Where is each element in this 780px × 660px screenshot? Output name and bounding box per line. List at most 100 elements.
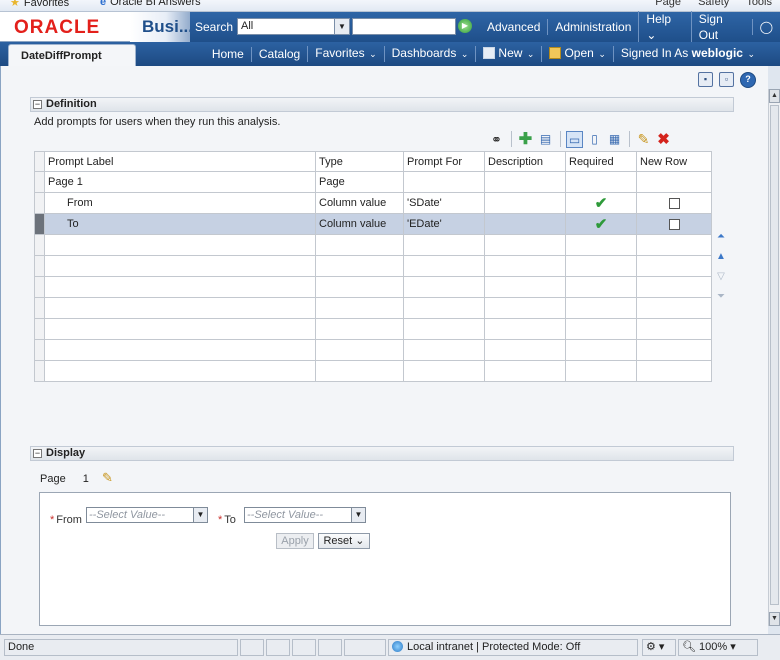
save-icon[interactable]: ▪ bbox=[698, 72, 713, 87]
new-menu[interactable]: New ⌄ bbox=[475, 46, 541, 62]
home-link[interactable]: Home bbox=[205, 47, 251, 62]
search-circle-icon[interactable]: ◯ bbox=[751, 19, 780, 35]
row-handle bbox=[34, 297, 45, 319]
definition-panel-header[interactable]: − Definition bbox=[30, 97, 734, 112]
empty-cell bbox=[315, 339, 404, 361]
display-page-indicator: Page 1 ✎ bbox=[40, 470, 113, 486]
move-to-bottom-icon[interactable]: ⏷ bbox=[714, 290, 728, 304]
move-up-icon[interactable]: ▲ bbox=[714, 250, 728, 264]
search-scope-select[interactable]: All ▼ bbox=[237, 18, 350, 35]
protected-mode-icon[interactable]: ⚙ ▾ bbox=[642, 639, 676, 656]
favorites-menu[interactable]: Favorites ⌄ bbox=[307, 46, 383, 62]
vertical-scrollbar[interactable]: ▲ ▼ bbox=[768, 89, 780, 626]
document-tab[interactable]: DateDiffPrompt bbox=[8, 44, 136, 66]
row-handle[interactable] bbox=[34, 171, 45, 193]
search-input[interactable] bbox=[352, 18, 456, 35]
save-as-icon[interactable]: ▫ bbox=[719, 72, 734, 87]
row-handle[interactable] bbox=[34, 192, 45, 214]
username: weblogic bbox=[691, 46, 743, 60]
description-cell bbox=[484, 192, 566, 214]
zoom-level: 100% bbox=[699, 641, 728, 653]
page-menu[interactable]: Page bbox=[655, 0, 681, 8]
chevron-down-icon: ⌄ bbox=[458, 49, 469, 59]
empty-cell bbox=[484, 297, 566, 319]
column-layout-icon[interactable]: ▯ bbox=[586, 131, 603, 148]
tools-menu[interactable]: Tools bbox=[746, 0, 772, 8]
empty-cell bbox=[565, 318, 637, 340]
chevron-down-icon: ⌄ bbox=[595, 49, 606, 59]
empty-cell bbox=[315, 297, 404, 319]
chevron-down-icon: ⌄ bbox=[355, 535, 365, 547]
empty-cell bbox=[565, 276, 637, 298]
global-nav-bar: DateDiffPrompt Home Catalog Favorites ⌄ … bbox=[0, 42, 780, 66]
empty-cell bbox=[565, 255, 637, 277]
search-go-icon[interactable]: ▶ bbox=[458, 19, 472, 33]
move-down-icon[interactable]: ▽ bbox=[714, 270, 728, 284]
definition-description: Add prompts for users when they run this… bbox=[34, 116, 281, 128]
apply-button[interactable]: Apply bbox=[276, 533, 314, 549]
favorites-label: Favorites bbox=[23, 0, 70, 9]
security-zone[interactable]: Local intranet | Protected Mode: Off bbox=[388, 639, 638, 656]
insert-page-icon[interactable]: ▤ bbox=[537, 131, 554, 148]
row-layout-icon[interactable]: ▭ bbox=[566, 130, 583, 148]
scroll-thumb[interactable] bbox=[770, 105, 779, 605]
empty-cell bbox=[403, 297, 485, 319]
from-label-text: From bbox=[56, 514, 82, 526]
nav-links: Home Catalog Favorites ⌄ Dashboards ⌄ Ne… bbox=[205, 42, 762, 66]
help-icon[interactable]: ? bbox=[740, 72, 756, 88]
prompt-label-cell: From bbox=[44, 192, 316, 214]
scroll-up-icon[interactable]: ▲ bbox=[769, 89, 780, 103]
new-row-checkbox[interactable] bbox=[668, 218, 680, 230]
administration-link[interactable]: Administration bbox=[547, 19, 638, 35]
from-select-placeholder: --Select Value-- bbox=[89, 509, 166, 521]
favorites-button[interactable]: ★ Favorites bbox=[10, 0, 69, 9]
row-handle[interactable] bbox=[34, 213, 45, 235]
preview-icon[interactable]: ⚭ bbox=[488, 131, 505, 148]
delete-icon[interactable]: ✖ bbox=[655, 131, 672, 148]
prompt-for-cell bbox=[403, 171, 485, 193]
description-cell bbox=[484, 171, 566, 193]
dashboards-menu[interactable]: Dashboards ⌄ bbox=[383, 46, 476, 62]
open-menu[interactable]: Open ⌄ bbox=[541, 46, 612, 62]
browser-tab[interactable]: e Oracle BI Answers bbox=[100, 0, 201, 8]
empty-cell bbox=[44, 339, 316, 361]
table-row[interactable]: Page 1 Page bbox=[34, 171, 712, 193]
move-to-top-icon[interactable]: ⏶ bbox=[714, 230, 728, 244]
empty-cell bbox=[636, 276, 712, 298]
from-select[interactable]: --Select Value-- ▼ bbox=[86, 507, 208, 523]
prompt-preview: * From --Select Value-- ▼ * To --Select Val… bbox=[39, 492, 731, 626]
catalog-link[interactable]: Catalog bbox=[250, 46, 307, 62]
collapse-icon[interactable]: − bbox=[33, 100, 42, 109]
column-header: Prompt Label bbox=[44, 151, 316, 172]
user-menu[interactable]: Signed In As weblogic ⌄ bbox=[612, 46, 762, 62]
display-panel-header[interactable]: − Display bbox=[30, 446, 734, 461]
grid-layout-icon[interactable]: ▦ bbox=[606, 131, 623, 148]
edit-page-icon[interactable]: ✎ bbox=[102, 470, 113, 485]
zoom-control[interactable]: 🔍︎ 100% ▾ bbox=[678, 639, 758, 656]
add-icon[interactable]: ✚ bbox=[517, 131, 534, 148]
empty-cell bbox=[44, 318, 316, 340]
sign-out-link[interactable]: Sign Out bbox=[690, 11, 752, 43]
reset-button[interactable]: Reset ⌄ bbox=[318, 533, 370, 549]
display-title: Display bbox=[46, 447, 86, 459]
to-select[interactable]: --Select Value-- ▼ bbox=[244, 507, 366, 523]
help-menu[interactable]: Help ⌄ bbox=[638, 11, 690, 43]
edit-icon[interactable]: ✎ bbox=[635, 131, 652, 148]
table-row-selected[interactable]: To Column value 'EDate' ✔ bbox=[34, 213, 712, 235]
safety-menu[interactable]: Safety bbox=[698, 0, 729, 8]
help-label: Help bbox=[646, 12, 672, 26]
chevron-down-icon: ▼ bbox=[351, 508, 365, 522]
new-row-checkbox[interactable] bbox=[668, 197, 680, 209]
scroll-down-icon[interactable]: ▼ bbox=[769, 612, 780, 626]
table-row[interactable]: From Column value 'SDate' ✔ bbox=[34, 192, 712, 214]
column-header: New Row bbox=[636, 151, 712, 172]
advanced-link[interactable]: Advanced bbox=[480, 19, 547, 35]
empty-cell bbox=[484, 360, 566, 382]
collapse-icon[interactable]: − bbox=[33, 449, 42, 458]
new-row-cell bbox=[636, 171, 712, 193]
empty-cell bbox=[315, 255, 404, 277]
checkmark-icon: ✔ bbox=[594, 195, 608, 212]
empty-row bbox=[34, 339, 712, 361]
open-menu-label: Open bbox=[564, 46, 594, 60]
empty-cell bbox=[565, 360, 637, 382]
